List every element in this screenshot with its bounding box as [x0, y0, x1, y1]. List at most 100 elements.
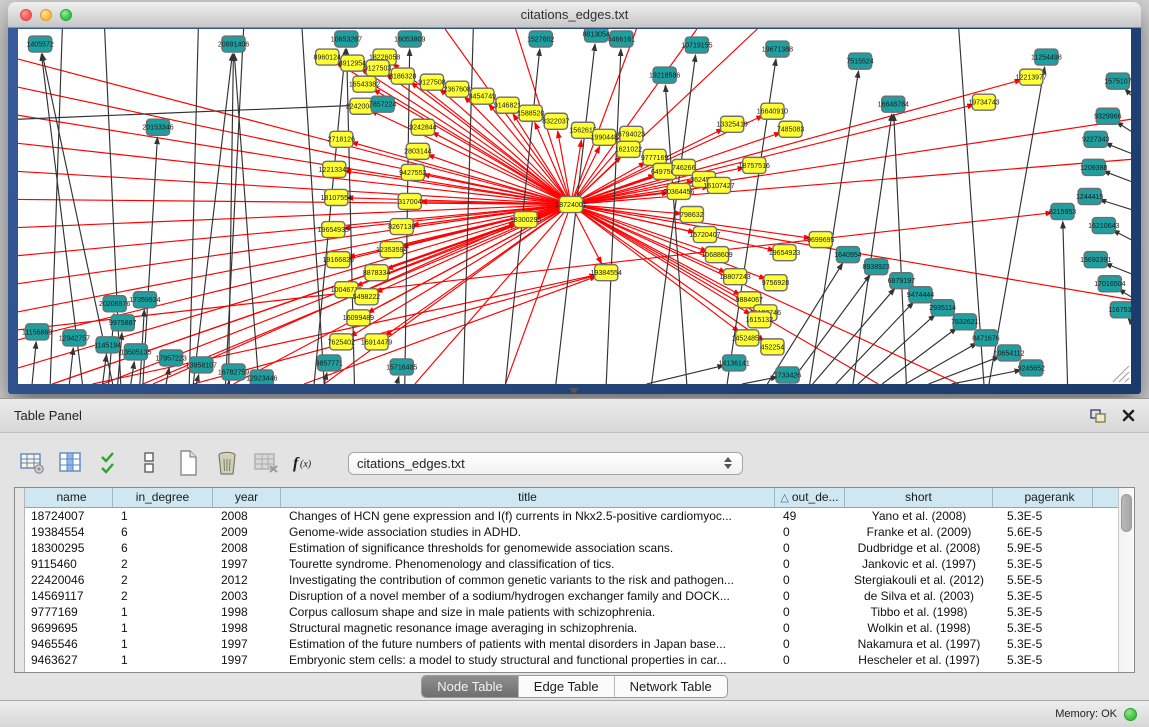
graph-node[interactable]: 8912954	[339, 55, 366, 71]
graph-node[interactable]: 1405572	[26, 36, 53, 52]
table-row[interactable]: 946554611997Estimation of the future num…	[25, 636, 1118, 652]
graph-node[interactable]: 1575107	[1104, 73, 1131, 89]
table-row[interactable]: 2242004622012Investigating the contribut…	[25, 572, 1118, 588]
graph-node[interactable]: 10654112	[994, 345, 1025, 361]
table-row[interactable]: 969969511998Structural magnetic resonanc…	[25, 620, 1118, 636]
minimize-window-button[interactable]	[40, 9, 52, 21]
graph-node[interactable]: 9857771	[316, 355, 343, 371]
graph-node[interactable]: 19384554	[591, 265, 622, 281]
graph-node[interactable]: 16107427	[703, 177, 734, 193]
tab-node-table[interactable]: Node Table	[422, 676, 518, 697]
graph-node[interactable]: 1527602	[527, 31, 554, 47]
graph-node[interactable]: 8471676	[972, 330, 999, 346]
graph-node[interactable]: 16914479	[361, 334, 392, 350]
graph-node[interactable]: 7632621	[951, 314, 978, 330]
graph-node[interactable]: 317004	[398, 193, 422, 209]
graph-node[interactable]: 746266	[672, 159, 696, 175]
resize-grip-icon[interactable]	[1113, 366, 1129, 382]
graph-node[interactable]: 16782759	[218, 364, 249, 380]
graph-node[interactable]: 8215953	[1049, 203, 1076, 219]
graph-node[interactable]: 9127503	[364, 60, 391, 76]
table-settings-icon[interactable]	[18, 449, 46, 477]
graph-node[interactable]: 6794023	[618, 126, 645, 142]
graph-node[interactable]: 15720407	[689, 227, 720, 243]
graph-node[interactable]: 18300295	[510, 212, 541, 228]
graph-node[interactable]: 19166829	[323, 252, 354, 268]
graph-node[interactable]: 1244415	[1076, 188, 1103, 204]
table-row[interactable]: 1830029562008Estimation of significance …	[25, 540, 1118, 556]
graph-node[interactable]: 17359924	[129, 292, 160, 308]
graph-node[interactable]: 7485083	[777, 121, 804, 137]
graph-node[interactable]: 15716485	[386, 359, 417, 375]
graph-node[interactable]: 1621022	[615, 141, 642, 157]
graph-node[interactable]: 798632	[680, 207, 704, 223]
delete-icon[interactable]	[213, 449, 241, 477]
graph-node[interactable]: 452254	[761, 339, 785, 355]
graph-node[interactable]: 13505135	[120, 344, 151, 360]
graph-node[interactable]: 18807243	[720, 269, 751, 285]
graph-node[interactable]: 8322037	[542, 113, 569, 129]
delete-table-icon[interactable]	[252, 449, 280, 477]
graph-node[interactable]: 9474444	[907, 287, 934, 303]
table-row[interactable]: 977716911998Corpus callosum shape and si…	[25, 604, 1118, 620]
graph-node[interactable]: 12923446	[246, 370, 277, 384]
table-row[interactable]: 1872400712008Changes of HCN gene express…	[25, 508, 1118, 524]
graph-node[interactable]: 16648784	[878, 96, 909, 112]
scrollbar-thumb[interactable]	[1121, 494, 1132, 532]
graph-node[interactable]: 2718126	[328, 131, 355, 147]
graph-node[interactable]: 10653287	[331, 31, 362, 47]
graph-node[interactable]: 6466161	[608, 31, 635, 47]
maximize-window-button[interactable]	[60, 9, 72, 21]
graph-node[interactable]: 9245652	[1018, 360, 1045, 376]
graph-node[interactable]: 16543382	[349, 76, 380, 92]
graph-node[interactable]: 8454749	[469, 88, 496, 104]
float-panel-icon[interactable]	[1090, 409, 1106, 423]
graph-node[interactable]: 1145194	[94, 337, 121, 353]
panel-divider[interactable]	[566, 388, 582, 396]
graph-node[interactable]: 14524851	[732, 330, 763, 346]
graph-node[interactable]: 18757516	[739, 157, 770, 173]
graph-node[interactable]: 5498222	[353, 289, 380, 305]
graph-node[interactable]: 1167533	[1109, 302, 1131, 318]
graph-node[interactable]: 12213343	[319, 161, 350, 177]
graph-node[interactable]: 7625402	[328, 334, 355, 350]
graph-node[interactable]: 14136141	[719, 355, 750, 371]
graph-node[interactable]: 16640910	[757, 103, 788, 119]
graph-node[interactable]: 13958107	[186, 357, 217, 373]
graph-node[interactable]: 18724007	[555, 196, 586, 212]
select-all-icon[interactable]	[96, 449, 124, 477]
graph-node[interactable]: 9227343	[1082, 131, 1109, 147]
graph-node[interactable]: 19218586	[649, 67, 680, 83]
network-window-titlebar[interactable]: citations_edges.txt	[8, 2, 1141, 28]
column-header-pagerank[interactable]: pagerank	[993, 488, 1093, 507]
graph-node[interactable]: 10688609	[701, 247, 732, 263]
graph-node[interactable]: 9975887	[109, 315, 136, 331]
tab-network-table[interactable]: Network Table	[614, 676, 727, 697]
graph-node[interactable]: 9242844	[409, 119, 436, 135]
graph-node[interactable]: 19654923	[769, 245, 800, 261]
graph-node[interactable]: 2803144	[404, 143, 431, 159]
graph-node[interactable]: 19671388	[762, 41, 793, 57]
graph-node[interactable]: 12942757	[59, 330, 90, 346]
graph-node[interactable]: 8186328	[389, 68, 416, 84]
graph-node[interactable]: 1733426	[774, 367, 801, 383]
table-row[interactable]: 1938455462009Genome-wide association stu…	[25, 524, 1118, 540]
graph-node[interactable]: 1640954	[834, 247, 861, 263]
graph-node[interactable]: 17957223	[155, 350, 186, 366]
graph-node[interactable]: 11254498	[1031, 49, 1062, 65]
new-file-icon[interactable]	[174, 449, 202, 477]
graph-node[interactable]: 19654935	[318, 222, 349, 238]
graph-node[interactable]: 9427552	[399, 164, 426, 180]
table-row[interactable]: 946362711997Embryonic stem cells: a mode…	[25, 652, 1118, 668]
graph-node[interactable]: 18107554	[321, 189, 352, 205]
graph-node[interactable]: 9756928	[762, 275, 789, 291]
graph-node[interactable]: 8938923	[862, 259, 889, 275]
graph-node[interactable]: 7857224	[369, 96, 396, 112]
table-row[interactable]: 1456911722003Disruption of a novel membe…	[25, 588, 1118, 604]
graph-node[interactable]: 16099489	[343, 310, 374, 326]
graph-node[interactable]: 8878334	[363, 265, 390, 281]
column-header-name[interactable]: name	[25, 488, 113, 507]
graph-node[interactable]: 2935114	[929, 300, 956, 316]
graph-node[interactable]: 9127508	[418, 74, 445, 90]
close-panel-icon[interactable]	[1122, 409, 1135, 422]
